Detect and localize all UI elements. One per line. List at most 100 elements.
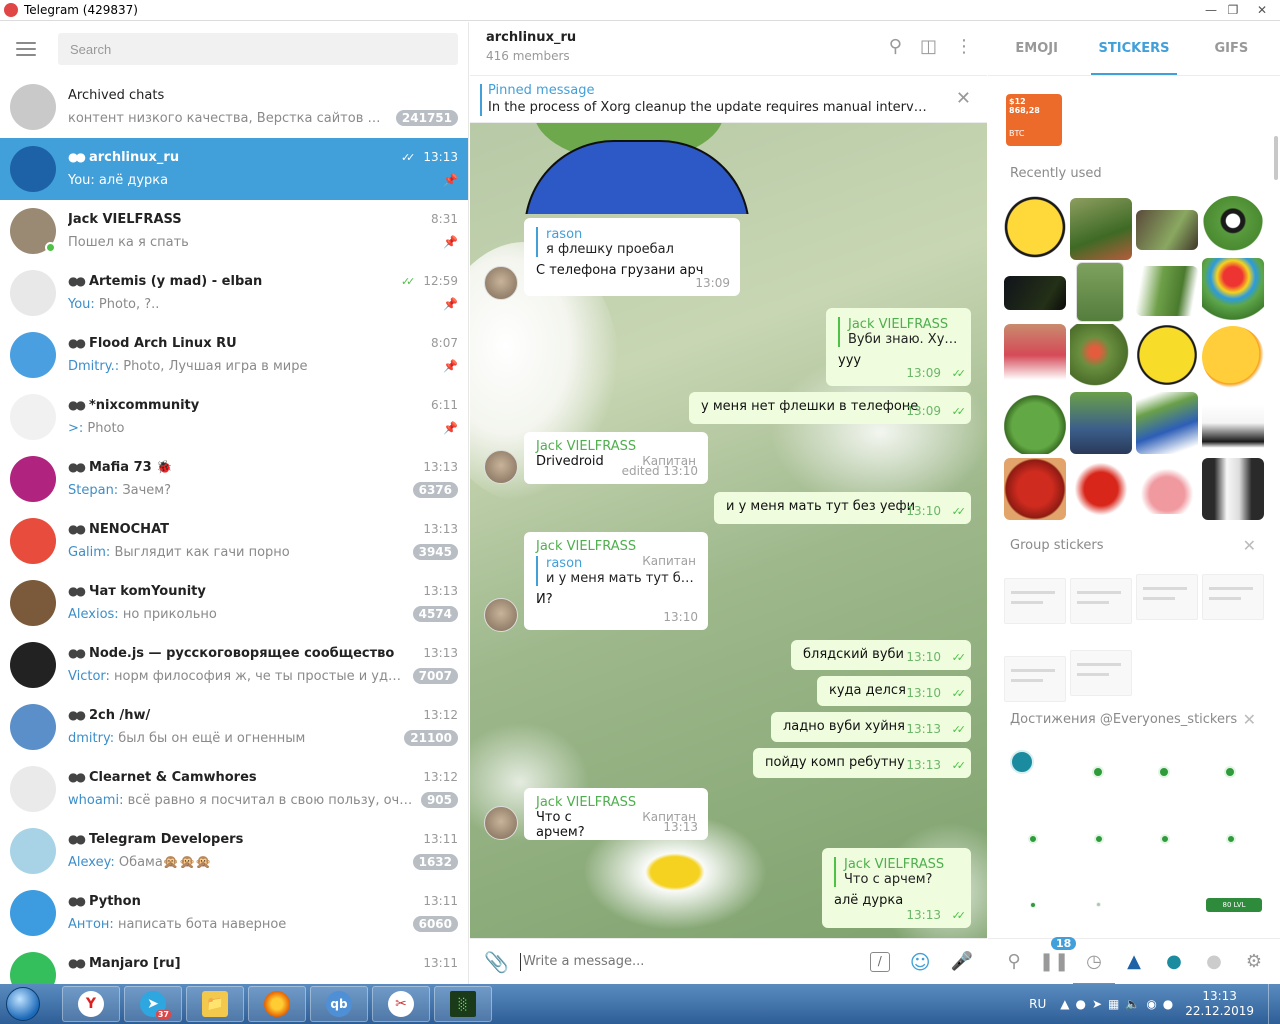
sticker[interactable] <box>1004 458 1066 520</box>
sticker[interactable] <box>1202 196 1264 258</box>
tray-app-icon[interactable]: ▲ <box>1060 997 1069 1011</box>
emoji-icon[interactable]: ☺ <box>910 950 931 974</box>
close-icon[interactable]: ✕ <box>956 88 971 109</box>
conversation-header[interactable]: archlinux_ru 416 members ⚲ ◫ ⋮ <box>470 22 987 76</box>
taskbar-qbittorrent[interactable]: qb <box>310 986 368 1022</box>
message[interactable]: пойду комп ребутну 13:13 ✓✓ <box>753 748 971 778</box>
tab-gifs[interactable]: GIFS <box>1183 22 1280 75</box>
message[interactable]: rason я флешку проебал С телефона грузан… <box>524 218 740 296</box>
sticker[interactable] <box>1010 750 1034 774</box>
chat-list-item[interactable]: ●● Чат komYounity 13:13 Alexios: но приколь… <box>0 572 468 634</box>
message[interactable]: Jack VIELFRASS Капитан Что с арчем? 13:13 <box>524 788 708 840</box>
message[interactable]: и у меня мать тут без уефи 13:10 ✓✓ <box>714 492 971 524</box>
more-options-icon[interactable]: ⋮ <box>955 36 973 57</box>
chat-list-item[interactable]: ●● Telegram Developers 13:11 Alexey: Обама🙊… <box>0 820 468 882</box>
message-author[interactable]: Jack VIELFRASS <box>536 539 636 554</box>
pepe-sticker-message[interactable] <box>524 122 750 214</box>
tab-stickers[interactable]: STICKERS <box>1085 22 1182 75</box>
taskbar-snipping-tool[interactable]: ✂ <box>372 986 430 1022</box>
achievement-badge-icon[interactable] <box>1224 766 1236 778</box>
avatar[interactable] <box>484 266 518 300</box>
bot-command-icon[interactable]: / <box>869 951 890 972</box>
sticker[interactable] <box>1202 392 1264 454</box>
search-input[interactable] <box>58 33 458 65</box>
avatar[interactable] <box>484 806 518 840</box>
microphone-icon[interactable]: 🎤 <box>951 951 973 972</box>
message-reply-quote[interactable]: Jack VIELFRASS Вуби знаю. Хуйня <box>838 317 959 347</box>
sticker[interactable]: 80 LVL <box>1206 898 1262 912</box>
system-clock[interactable]: 13:13 22.12.2019 <box>1185 989 1254 1019</box>
trending-icon[interactable]: ❚❚ 18 <box>1039 937 1077 972</box>
minimize-button[interactable]: — <box>1200 0 1222 21</box>
message-reply-quote[interactable]: Jack VIELFRASS Что с арчем? <box>834 857 959 887</box>
search-icon[interactable]: ⚲ <box>999 951 1029 972</box>
message[interactable]: Jack VIELFRASS Капитан Drivedroid edited … <box>524 432 708 484</box>
achievement-badge-icon[interactable] <box>1092 766 1104 778</box>
sticker[interactable] <box>1070 198 1132 260</box>
chat-list-item[interactable]: ●● archlinux_ru ✓✓ 13:13 You: алё дурка 📌 <box>0 138 468 200</box>
chat-list-item[interactable]: ●● Manjaro [ru] 13:11 <box>0 944 468 984</box>
gear-icon[interactable]: ⚙ <box>1239 951 1269 972</box>
sticker[interactable] <box>1136 574 1198 620</box>
sticker[interactable] <box>1070 458 1132 520</box>
taskbar-task-manager[interactable]: ░ <box>434 986 492 1022</box>
search-icon[interactable]: ⚲ <box>889 36 902 57</box>
attach-icon[interactable]: 📎 <box>484 950 512 974</box>
sticker[interactable] <box>1202 458 1264 520</box>
sidebar-toggle-icon[interactable]: ◫ <box>920 36 937 57</box>
sticker[interactable] <box>1136 392 1198 454</box>
sticker[interactable] <box>1070 650 1132 696</box>
sticker[interactable] <box>1004 324 1066 386</box>
sticker[interactable] <box>1136 324 1198 386</box>
tray-qbittorrent-icon[interactable]: ● <box>1075 997 1085 1011</box>
message-author[interactable]: Jack VIELFRASS <box>536 795 636 810</box>
start-button[interactable] <box>0 984 46 1024</box>
tray-app-icon[interactable]: ◉ <box>1146 997 1156 1011</box>
sticker[interactable] <box>1136 266 1198 316</box>
sticker[interactable] <box>1136 210 1198 250</box>
message[interactable]: ладно вуби хуйня 13:13 ✓✓ <box>771 712 971 742</box>
sticker[interactable] <box>1004 578 1066 624</box>
sticker-list[interactable]: $12 868,28 BTC Recently used Group stick… <box>988 76 1280 938</box>
featured-sticker[interactable]: $12 868,28 BTC <box>1006 94 1062 146</box>
sticker[interactable] <box>1070 578 1132 624</box>
close-icon[interactable]: ✕ <box>1243 710 1256 729</box>
sticker[interactable] <box>1004 392 1066 454</box>
archived-chats-item[interactable]: Archived chats контент низкого качества, … <box>0 76 468 138</box>
close-window-button[interactable]: ✕ <box>1244 0 1280 21</box>
avatar[interactable] <box>484 450 518 484</box>
message-input[interactable] <box>520 952 862 971</box>
chat-list-item[interactable]: ●● Node.js — русскоговорящее сообщество 13… <box>0 634 468 696</box>
achievement-badge-icon[interactable] <box>1030 902 1036 908</box>
message[interactable]: блядский вуби 13:10 ✓✓ <box>791 640 971 670</box>
chat-list-item[interactable]: ●● *nixcommunity 6:11 >: Photo 📌 <box>0 386 468 448</box>
tab-emoji[interactable]: EMOJI <box>988 22 1085 75</box>
achievement-badge-icon[interactable] <box>1160 834 1170 844</box>
chat-list-item[interactable]: ●● NENOCHAT 13:13 Galim: Выглядит как гачи … <box>0 510 468 572</box>
message[interactable]: куда делся 13:10 ✓✓ <box>817 676 971 706</box>
tray-volume-icon[interactable]: 🔈 <box>1125 997 1140 1011</box>
maximize-button[interactable]: ❐ <box>1222 0 1244 21</box>
achievement-badge-icon[interactable] <box>1028 834 1038 844</box>
chat-list-item[interactable]: ●● Artemis (y mad) - elban ✓✓ 12:59 You: Pho… <box>0 262 468 324</box>
chat-list-item[interactable]: Jack VIELFRASS 8:31 Пошел ка я спать 📌 <box>0 200 468 262</box>
chat-list-item[interactable]: ●● 2ch /hw/13:12 dmitry: был бы он ещё и о… <box>0 696 468 758</box>
sticker-set-icon[interactable]: ● <box>1159 951 1189 972</box>
taskbar-yandex-browser[interactable]: Y <box>62 986 120 1022</box>
message[interactable]: Jack VIELFRASS Вуби знаю. Хуйня ууу 13:0… <box>826 308 971 386</box>
message-reply-quote[interactable]: rason я флешку проебал <box>536 227 728 257</box>
sticker[interactable] <box>1004 276 1066 310</box>
achievement-badge-icon[interactable] <box>1158 766 1170 778</box>
chat-list-item[interactable]: ●● Flood Arch Linux RU 8:07 Dmitry.: Photo,… <box>0 324 468 386</box>
sticker[interactable] <box>1202 258 1264 320</box>
tray-app-icon[interactable]: ● <box>1163 997 1173 1011</box>
close-icon[interactable]: ✕ <box>1243 536 1256 555</box>
taskbar-firefox[interactable] <box>248 986 306 1022</box>
sticker[interactable] <box>1070 324 1132 386</box>
sticker[interactable] <box>1004 656 1066 702</box>
archlinux-set-icon[interactable]: ▲ <box>1119 951 1149 972</box>
show-desktop-button[interactable] <box>1268 984 1280 1024</box>
sticker[interactable] <box>1070 392 1132 454</box>
message-author[interactable]: Jack VIELFRASS <box>536 439 636 454</box>
achievement-badge-icon[interactable] <box>1226 834 1236 844</box>
